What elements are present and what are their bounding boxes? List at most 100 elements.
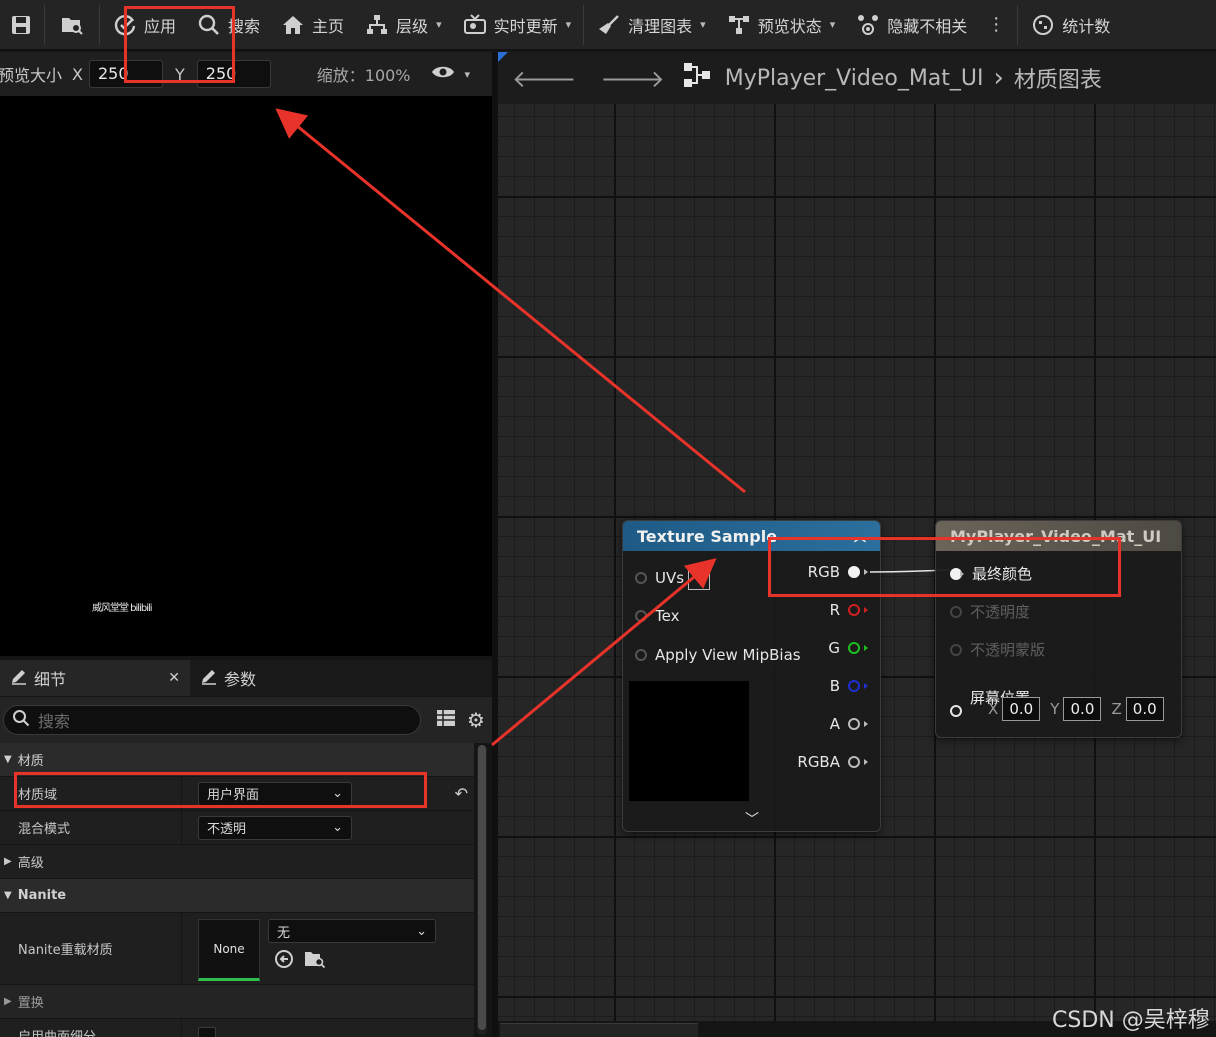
clean-graph-label: 清理图表 <box>628 16 693 36</box>
material-editor-window: 应用 搜索 主页 层级 ▾ 实时更新 ▾ 清理图表 ▾ 预览状态 ▾ 隐藏不相关… <box>0 0 1216 1037</box>
pin-b[interactable]: B <box>830 677 868 695</box>
input-pin-icon[interactable] <box>635 572 647 584</box>
close-icon[interactable]: ✕ <box>168 670 180 686</box>
tab-details[interactable]: 细节 ✕ <box>0 660 190 696</box>
pin-arrow-icon <box>864 607 868 613</box>
preview-state-dropdown[interactable]: 预览状态 ▾ <box>716 0 846 50</box>
output-pin-icon[interactable] <box>848 756 860 768</box>
output-pin-icon[interactable] <box>848 642 860 654</box>
graph-breadcrumb-bar: 🡐 🡒 MyPlayer_Video_Mat_UI › 材质图表 <box>498 52 1216 104</box>
blend-mode-dropdown[interactable]: 不透明 ⌄ <box>198 815 352 840</box>
browse-button[interactable] <box>47 0 97 50</box>
breadcrumb-asset[interactable]: MyPlayer_Video_Mat_UI <box>725 66 984 91</box>
pencil-icon <box>10 667 28 689</box>
live-update-icon <box>462 12 488 38</box>
preview-viewport[interactable]: 威风堂堂 bilibili <box>0 96 492 656</box>
hierarchy-label: 层级 <box>396 16 429 36</box>
expand-arrow-icon: ▼ <box>4 754 12 765</box>
blend-mode-value: 不透明 <box>207 822 247 837</box>
preview-size-label: 预览大小 <box>0 66 63 85</box>
input-pin-icon[interactable] <box>950 705 962 717</box>
highlight-apply <box>124 6 235 83</box>
details-search-input[interactable]: 搜索 <box>3 705 421 735</box>
category-displacement[interactable]: ▶ 置换 <box>0 985 474 1019</box>
pin-r[interactable]: R <box>830 601 868 619</box>
output-pin-icon[interactable] <box>848 604 860 616</box>
pin-opacity[interactable]: 不透明度 <box>950 601 1030 622</box>
table-view-icon[interactable] <box>437 710 455 730</box>
browse-asset-icon[interactable] <box>304 949 326 973</box>
view-options-button[interactable]: ▾ <box>431 64 471 84</box>
nanite-asset-dropdown[interactable]: 无 ⌄ <box>268 919 436 943</box>
screen-z-field[interactable]: 0.0 <box>1125 697 1164 721</box>
category-advanced[interactable]: ▶ 高级 <box>0 845 474 879</box>
stats-button[interactable]: 统计数 <box>1020 0 1120 50</box>
details-scrollbar[interactable] <box>477 745 487 1035</box>
input-pin-icon[interactable] <box>950 643 962 656</box>
preview-video-watermark: 威风堂堂 bilibili <box>92 603 153 614</box>
graph-type-icon <box>683 62 711 94</box>
hide-unrelated-button[interactable]: 隐藏不相关 <box>845 0 977 50</box>
graph-focus-corner <box>498 52 508 62</box>
enable-tessellation-checkbox[interactable] <box>198 1026 216 1037</box>
gear-icon[interactable]: ⚙ <box>467 708 485 732</box>
screen-x-field[interactable]: 0.0 <box>1002 697 1041 721</box>
property-enable-tessellation: 启用曲面细分 <box>0 1019 474 1037</box>
nanite-asset-thumbnail[interactable]: None <box>198 919 260 981</box>
uv-index-field[interactable]: 0 <box>688 566 711 590</box>
toolbar-separator <box>44 4 45 45</box>
back-arrow-icon[interactable]: 🡐 <box>498 64 588 93</box>
pin-g-label: G <box>828 639 840 657</box>
home-button[interactable]: 主页 <box>270 0 354 50</box>
chevron-down-icon: ▾ <box>464 67 471 81</box>
pin-apply-view-mipbias[interactable]: Apply View MipBias <box>635 646 801 664</box>
pin-a[interactable]: A <box>830 715 868 733</box>
breadcrumb-graph[interactable]: 材质图表 <box>1014 62 1102 94</box>
pin-uvs-label: UVs <box>655 569 685 587</box>
pin-g[interactable]: G <box>828 639 868 657</box>
input-pin-icon[interactable] <box>950 605 962 618</box>
pin-b-label: B <box>829 677 840 695</box>
details-search-row: 搜索 ⚙ <box>0 697 492 743</box>
input-pin-icon[interactable] <box>635 610 647 622</box>
blend-mode-value-cell: 不透明 ⌄ <box>182 811 474 844</box>
category-nanite[interactable]: ▼ Nanite <box>0 879 474 913</box>
tab-parameters[interactable]: 参数 <box>190 660 266 696</box>
texture-thumbnail <box>629 681 749 801</box>
output-pin-icon[interactable] <box>848 680 860 692</box>
expand-arrow-icon: ▼ <box>4 890 12 901</box>
home-label: 主页 <box>312 16 345 36</box>
details-tab-bar: 细节 ✕ 参数 <box>0 660 492 696</box>
hide-unrelated-label: 隐藏不相关 <box>887 16 968 36</box>
nanite-override-label: Nanite重载材质 <box>0 913 182 984</box>
clean-graph-dropdown[interactable]: 清理图表 ▾ <box>586 0 716 50</box>
pin-tex[interactable]: Tex <box>635 607 679 625</box>
hierarchy-dropdown[interactable]: 层级 ▾ <box>354 0 452 50</box>
expand-chevron-icon[interactable]: ﹀ <box>745 809 759 829</box>
pin-opacity-mask[interactable]: 不透明蒙版 <box>950 639 1045 660</box>
more-options-icon[interactable]: ⋮ <box>977 14 1015 35</box>
output-pin-icon[interactable] <box>848 718 860 730</box>
pin-tex-label: Tex <box>655 607 680 625</box>
chevron-down-icon: ▾ <box>436 18 442 31</box>
reset-to-default-icon[interactable]: ↶ <box>455 784 468 803</box>
expand-arrow-icon: ▶ <box>4 996 12 1007</box>
details-search-placeholder: 搜索 <box>38 712 71 731</box>
screen-y-field[interactable]: 0.0 <box>1063 697 1102 721</box>
scroll-thumb[interactable] <box>478 745 486 1030</box>
property-blend-mode: 混合模式 不透明 ⌄ <box>0 811 474 845</box>
use-selected-asset-icon[interactable] <box>274 949 294 973</box>
save-button[interactable] <box>0 0 42 50</box>
forward-arrow-icon[interactable]: 🡒 <box>588 64 676 93</box>
blend-mode-label: 混合模式 <box>0 811 182 844</box>
toolbar-separator <box>583 4 585 45</box>
expand-arrow-icon: ▶ <box>4 856 12 867</box>
nanite-thumbnail-label: None <box>213 942 245 956</box>
pin-arrow-icon <box>864 645 868 651</box>
pin-rgba[interactable]: RGBA <box>797 753 868 771</box>
live-update-dropdown[interactable]: 实时更新 ▾ <box>452 0 582 50</box>
bottom-panel-tab[interactable] <box>500 1023 698 1037</box>
input-pin-icon[interactable] <box>635 649 647 661</box>
pin-uvs[interactable]: UVs 0 <box>635 566 711 590</box>
highlight-material-domain <box>14 772 427 808</box>
